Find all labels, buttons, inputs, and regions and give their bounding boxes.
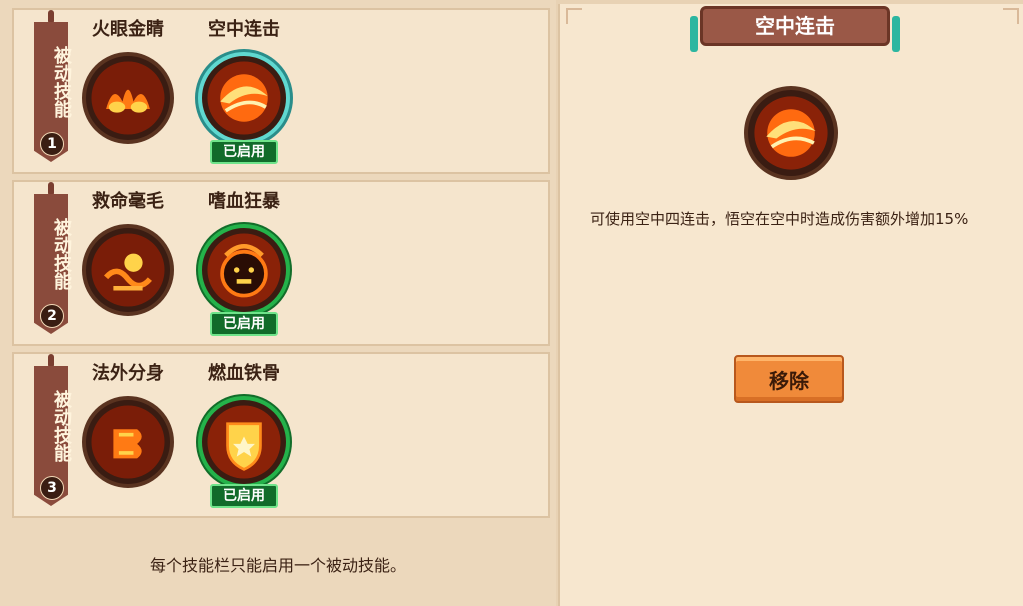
skill-name: 救命毫毛 — [92, 191, 164, 212]
remove-button[interactable]: 移除 — [734, 355, 844, 403]
skill-card[interactable]: 嗜血狂暴 已启用 — [194, 190, 294, 336]
slot-tag: 被动技能 1 — [34, 10, 72, 167]
slot-tag-label: 被动技能 — [51, 390, 72, 462]
detail-title: 空中连击 — [755, 14, 835, 38]
slot-tag: 被动技能 2 — [34, 182, 72, 339]
skill-name: 法外分身 — [92, 363, 164, 384]
slot-tag-label: 被动技能 — [51, 218, 72, 290]
slot-tag: 被动技能 3 — [34, 354, 72, 511]
skill-card[interactable]: 救命毫毛 — [78, 190, 178, 316]
skill-name: 火眼金睛 — [92, 19, 164, 40]
corner-ornament — [566, 8, 582, 24]
skill-card[interactable]: 空中连击 已启用 — [194, 18, 294, 164]
skill-card[interactable]: 法外分身 — [78, 362, 178, 488]
life-hair-icon[interactable] — [82, 224, 174, 316]
slot-tag-label: 被动技能 — [51, 46, 72, 118]
tip-text: 每个技能栏只能启用一个被动技能。 — [149, 556, 406, 575]
detail-title-plate: 空中连击 — [700, 6, 890, 46]
enabled-badge: 已启用 — [210, 312, 278, 336]
skill-name: 嗜血狂暴 — [208, 191, 280, 212]
hook-icon — [48, 354, 54, 368]
tassel-icon — [690, 16, 698, 52]
clone-icon[interactable] — [82, 396, 174, 488]
air-combo-icon[interactable] — [198, 52, 290, 144]
skill-detail-panel: 空中连击 可使用空中四连击，悟空在空中时造成伤害额外增加15% 移除 — [558, 4, 1023, 606]
skill-card[interactable]: 火眼金睛 — [78, 18, 178, 144]
enabled-badge: 已启用 — [210, 140, 278, 164]
slot-number: 1 — [40, 132, 64, 156]
air-combo-icon — [744, 86, 838, 180]
skill-name: 空中连击 — [208, 19, 280, 40]
skill-name: 燃血铁骨 — [208, 363, 280, 384]
hook-icon — [48, 10, 54, 24]
corner-ornament — [1003, 8, 1019, 24]
enabled-badge: 已启用 — [210, 484, 278, 508]
tassel-icon — [892, 16, 900, 52]
passive-skill-panel: 被动技能 1 火眼金睛 空中连击 已启用 被动技能 2 救命毫毛 嗜血狂暴 已启… — [0, 0, 556, 606]
detail-description: 可使用空中四连击，悟空在空中时造成伤害额外增加15% — [590, 210, 969, 228]
fire-eyes-icon[interactable] — [82, 52, 174, 144]
skill-slot-1: 被动技能 1 火眼金睛 空中连击 已启用 — [12, 8, 550, 174]
skill-card[interactable]: 燃血铁骨 已启用 — [194, 362, 294, 508]
hook-icon — [48, 182, 54, 196]
skill-slot-2: 被动技能 2 救命毫毛 嗜血狂暴 已启用 — [12, 180, 550, 346]
slot-number: 3 — [40, 476, 64, 500]
iron-bone-shield-icon[interactable] — [198, 396, 290, 488]
skill-slot-3: 被动技能 3 法外分身 燃血铁骨 已启用 — [12, 352, 550, 518]
slot-number: 2 — [40, 304, 64, 328]
blood-rage-icon[interactable] — [198, 224, 290, 316]
